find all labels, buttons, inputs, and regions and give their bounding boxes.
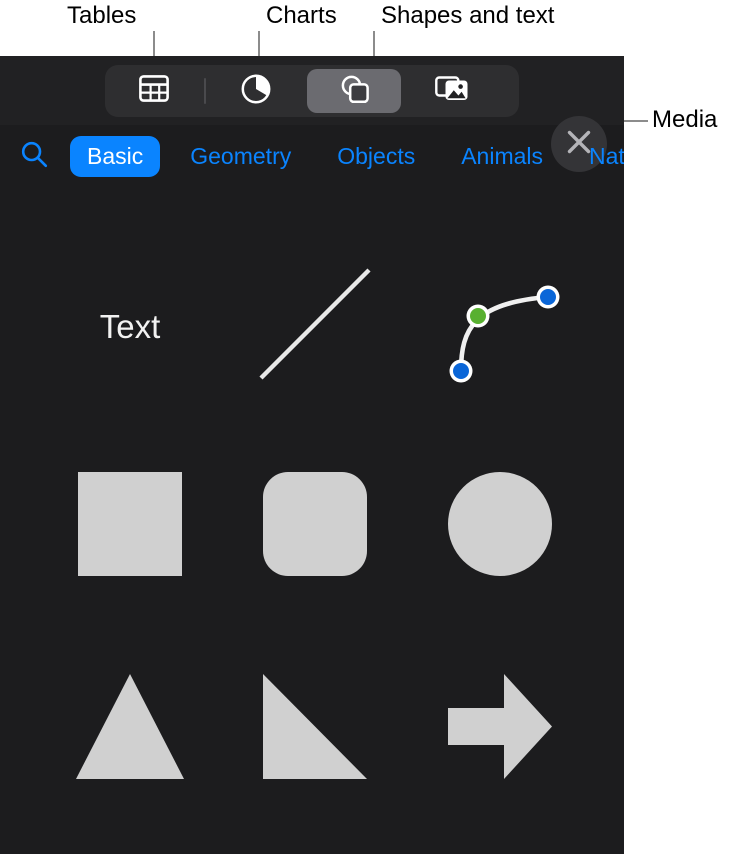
shape-item-line[interactable] [225,246,405,406]
callout-shapes-and-text-leader [373,31,375,58]
panel-header [0,56,624,125]
callout-charts-leader [258,31,260,58]
circle-shape [448,471,552,581]
media-icon [435,74,469,109]
rounded-square-shape [263,471,367,581]
search-icon [19,139,49,174]
chart-icon [240,73,272,110]
segment-tables[interactable] [107,69,201,113]
shape-item-arrow[interactable] [410,646,590,811]
arrow-shape [448,673,552,784]
category-tab-objects[interactable]: Objects [320,136,432,177]
callout-shapes-and-text-label: Shapes and text [381,2,555,29]
shape-item-curve[interactable] [410,246,590,406]
square-shape [78,471,182,581]
search-button[interactable] [16,138,52,174]
shapes-icon [337,72,371,111]
insert-panel: Basic Geometry Objects Animals Nat Text [0,56,624,854]
text-shape: Text [99,307,161,345]
callout-charts-label: Charts [266,2,337,29]
curve-shape [430,259,570,394]
table-icon [139,75,169,107]
shape-item-triangle[interactable] [40,646,220,811]
segment-charts[interactable] [209,69,303,113]
line-shape [250,259,380,394]
callout-tables-label: Tables [67,2,137,29]
category-tab-nature[interactable]: Nat [572,136,624,177]
segment-shapes[interactable] [307,69,401,113]
category-tab-bar: Basic Geometry Objects Animals Nat [0,125,624,187]
segment-media[interactable] [405,69,499,113]
right-triangle-shape [263,673,367,784]
insert-type-segmented-control [105,65,519,117]
segment-divider [204,78,206,104]
shape-item-square[interactable] [40,446,220,606]
category-tab-animals[interactable]: Animals [444,136,560,177]
shape-grid: Text [0,191,624,854]
callout-media-label: Media [652,106,718,133]
shape-item-text[interactable]: Text [40,246,220,406]
callout-tables-leader [153,31,155,58]
category-tab-basic[interactable]: Basic [70,135,161,177]
shape-item-rounded-square[interactable] [225,446,405,606]
shape-item-right-triangle[interactable] [225,646,405,811]
triangle-shape [76,673,184,784]
category-tab-geometry[interactable]: Geometry [173,136,308,177]
shape-item-circle[interactable] [410,446,590,606]
